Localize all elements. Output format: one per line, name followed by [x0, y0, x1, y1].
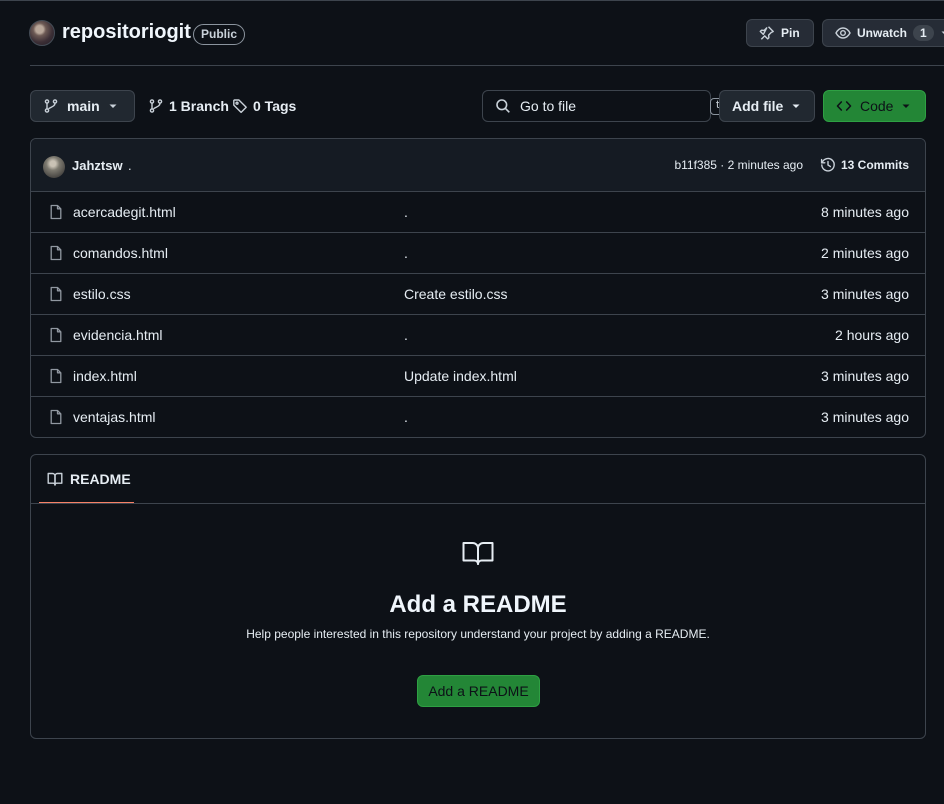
file-updated-time: 3 minutes ago: [821, 368, 909, 384]
unwatch-label: Unwatch: [857, 26, 908, 40]
readme-title: Add a README: [389, 591, 567, 618]
file-icon: [48, 327, 64, 343]
file-row[interactable]: evidencia.html . 2 hours ago: [31, 315, 925, 356]
branch-selector[interactable]: main: [30, 90, 135, 122]
chevron-down-icon[interactable]: [940, 28, 944, 38]
file-updated-time: 3 minutes ago: [821, 409, 909, 425]
pin-icon: [759, 25, 775, 41]
book-icon: [462, 541, 494, 565]
file-updated-time: 3 minutes ago: [821, 286, 909, 302]
readme-panel: README Add a README Help people interest…: [30, 454, 926, 739]
commit-author[interactable]: Jahztsw: [72, 158, 123, 173]
file-row[interactable]: ventajas.html . 3 minutes ago: [31, 397, 925, 437]
chevron-down-icon: [901, 101, 911, 111]
git-branch-icon: [43, 98, 59, 114]
commits-link[interactable]: 13 Commits: [820, 157, 909, 173]
tags-label: 0 Tags: [253, 98, 297, 114]
file-row[interactable]: comandos.html . 2 minutes ago: [31, 233, 925, 274]
book-icon: [47, 471, 63, 487]
commit-hash-time[interactable]: b11f385 · 2 minutes ago: [674, 158, 803, 172]
file-name[interactable]: ventajas.html: [73, 409, 155, 425]
file-row[interactable]: index.html Update index.html 3 minutes a…: [31, 356, 925, 397]
file-table: Jahztsw . b11f385 · 2 minutes ago 13 Com…: [30, 138, 926, 438]
code-label: Code: [860, 98, 894, 114]
file-commit-message[interactable]: Create estilo.css: [404, 286, 507, 302]
file-icon: [48, 409, 64, 425]
file-commit-message[interactable]: .: [404, 204, 408, 220]
file-updated-time: 2 minutes ago: [821, 245, 909, 261]
file-updated-time: 8 minutes ago: [821, 204, 909, 220]
search-icon: [495, 98, 511, 114]
file-name[interactable]: acercadegit.html: [73, 204, 176, 220]
branches-link[interactable]: 1 Branch: [148, 90, 229, 122]
file-commit-message[interactable]: Update index.html: [404, 368, 517, 384]
file-name[interactable]: estilo.css: [73, 286, 131, 302]
go-to-file-search[interactable]: t: [482, 90, 727, 122]
tags-link[interactable]: 0 Tags: [232, 90, 296, 122]
file-icon: [48, 245, 64, 261]
unwatch-button[interactable]: Unwatch 1: [822, 19, 944, 47]
file-icon: [48, 204, 64, 220]
owner-avatar[interactable]: [29, 20, 55, 46]
file-name[interactable]: comandos.html: [73, 245, 168, 261]
file-row[interactable]: acercadegit.html . 8 minutes ago: [31, 192, 925, 233]
readme-tab-label: README: [70, 470, 131, 487]
author-avatar[interactable]: [43, 156, 65, 178]
chevron-down-icon: [791, 101, 801, 111]
header-divider: [30, 65, 944, 66]
repo-header: repositoriogit Public Pin Unwatch 1: [0, 1, 944, 65]
file-name[interactable]: evidencia.html: [73, 327, 163, 343]
watch-counter: 1: [913, 25, 934, 41]
visibility-badge: Public: [193, 24, 246, 45]
repo-name[interactable]: repositoriogit: [62, 21, 191, 44]
code-icon: [836, 98, 852, 114]
readme-tab[interactable]: README: [39, 455, 134, 504]
readme-description: Help people interested in this repositor…: [246, 627, 710, 641]
go-to-file-input[interactable]: [520, 98, 701, 114]
file-row[interactable]: estilo.css Create estilo.css 3 minutes a…: [31, 274, 925, 315]
git-branch-icon: [148, 98, 164, 114]
readme-divider: [31, 503, 925, 504]
chevron-down-icon: [108, 101, 118, 111]
add-file-label: Add file: [732, 98, 784, 114]
file-icon: [48, 368, 64, 384]
add-file-button[interactable]: Add file: [719, 90, 815, 122]
file-commit-message[interactable]: .: [404, 409, 408, 425]
file-commit-message[interactable]: .: [404, 245, 408, 261]
tag-icon: [232, 98, 248, 114]
eye-icon: [835, 25, 851, 41]
file-updated-time: 2 hours ago: [835, 327, 909, 343]
file-icon: [48, 286, 64, 302]
pin-button[interactable]: Pin: [746, 19, 814, 47]
commits-label: 13 Commits: [841, 158, 910, 172]
history-icon: [820, 157, 836, 173]
code-button[interactable]: Code: [823, 90, 926, 122]
add-readme-button[interactable]: Add a README: [417, 675, 540, 707]
file-name[interactable]: index.html: [73, 368, 137, 384]
commit-message[interactable]: .: [128, 158, 132, 173]
latest-commit-bar: Jahztsw . b11f385 · 2 minutes ago 13 Com…: [31, 139, 925, 192]
branch-name: main: [67, 98, 100, 114]
branches-label: 1 Branch: [169, 98, 229, 114]
pin-label: Pin: [781, 26, 800, 40]
file-commit-message[interactable]: .: [404, 327, 408, 343]
